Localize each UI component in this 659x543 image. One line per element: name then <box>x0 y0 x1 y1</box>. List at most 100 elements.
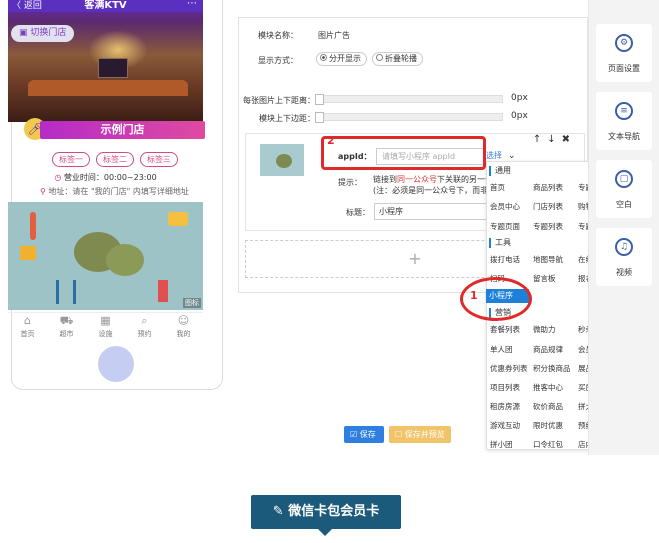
medicine-bottle-icon <box>158 280 168 302</box>
sidebar-item-page-settings[interactable]: ⚙ 页面设置 <box>596 24 652 82</box>
switch-store-label: 切换门店 <box>30 28 67 38</box>
annotation-number-2: 2 <box>327 134 335 147</box>
dropdown-item[interactable]: 推客中心 <box>533 382 563 393</box>
radio-dot-icon <box>320 54 327 61</box>
dropdown-item[interactable]: 限时优惠 <box>533 420 563 431</box>
annotation-number-1: 1 <box>470 289 478 302</box>
tab-mine[interactable]: ☺ 我的 <box>164 313 203 340</box>
module-margin-slider[interactable] <box>315 112 503 123</box>
tag-1: 标签一 <box>52 152 90 167</box>
room-tv-decoration <box>98 58 128 78</box>
hint-prefix: 链接到 <box>373 175 397 184</box>
dropdown-item[interactable]: 拨打电话 <box>490 254 520 265</box>
tab-market[interactable]: ⛟ 超市 <box>47 313 86 340</box>
radio-dot-icon <box>376 54 383 61</box>
dropdown-item[interactable]: 微助力 <box>533 324 556 335</box>
dropdown-item[interactable]: 优惠券列表 <box>490 363 528 374</box>
dropdown-item[interactable]: 商品规律 <box>533 344 563 355</box>
blank-icon: ▢ <box>615 170 633 188</box>
dropdown-item[interactable]: 商品列表 <box>533 182 563 193</box>
slider-handle[interactable] <box>315 112 324 123</box>
tag-2: 标签二 <box>96 152 134 167</box>
title-label: 标题： <box>346 208 370 217</box>
sidebar-item-label: 视频 <box>616 268 632 277</box>
chat-bubble-small-icon <box>106 244 144 276</box>
ad-item-thumbnail[interactable] <box>260 144 304 176</box>
hint-text: 链接到同一公众号下关联的另一个小 (注：必须是同一公众号下，而非同个 <box>373 174 493 196</box>
image-watermark: 图标 <box>183 298 201 308</box>
first-aid-kit-icon <box>20 246 36 260</box>
user-icon: ☺ <box>177 314 190 327</box>
dropdown-item[interactable]: 拼小团 <box>490 439 513 449</box>
phone-home-button[interactable] <box>98 346 134 382</box>
tab-facility[interactable]: ▦ 设施 <box>86 313 125 340</box>
business-hours: ◷ 营业时间：00:00~23:00 <box>8 172 203 183</box>
save-icon: ☑ <box>350 430 360 439</box>
search-icon: ⌕ <box>141 314 148 327</box>
tag-3: 标签三 <box>140 152 178 167</box>
tab-home-label: 首页 <box>20 330 35 338</box>
phone-navbar: 〈 返回 客满KTV ⋯ <box>8 0 203 12</box>
list-icon: ≡ <box>615 102 633 120</box>
slider-handle[interactable] <box>315 94 324 105</box>
tab-home[interactable]: ⌂ 首页 <box>8 313 47 340</box>
hint-highlight: 同一公众号 <box>397 175 437 184</box>
gear-icon: ⚙ <box>615 34 633 52</box>
dropdown-item[interactable]: 套餐列表 <box>490 324 520 335</box>
cart-icon: ⛟ <box>59 314 74 327</box>
image-spacing-slider[interactable] <box>315 94 503 105</box>
sidebar-item-text-nav[interactable]: ≡ 文本导航 <box>596 92 652 150</box>
dropdown-item[interactable]: 游戏互动 <box>490 420 520 431</box>
link-choose-dropdown[interactable]: 选择 ⌄ <box>486 150 516 161</box>
save-button-label: 保存 <box>359 430 376 439</box>
dropdown-item[interactable]: 留言板 <box>533 273 556 284</box>
tab-booking-label: 预约 <box>137 330 152 338</box>
business-hours-text: 营业时间：00:00~23:00 <box>63 173 157 182</box>
save-preview-button[interactable]: ☐ 保存并预览 <box>389 426 451 443</box>
link-choose-label: 选择 <box>486 151 502 160</box>
dropdown-item[interactable]: 专题页面 <box>490 221 520 232</box>
more-icon[interactable]: ⋯ <box>187 0 197 10</box>
store-address-text: 地址：请在 "我的门店" 内填写详细地址 <box>48 187 189 196</box>
dropdown-item[interactable]: 专题列表 <box>533 221 563 232</box>
pencil-icon: ✎ <box>272 504 289 519</box>
store-icon: ▣ <box>19 28 31 38</box>
store-banner-image: 〈 返回 客满KTV ⋯ ▣ 切换门店 <box>8 0 203 122</box>
store-tags: 标签一 标签二 标签三 <box>20 152 210 167</box>
display-option-separate[interactable]: 分开显示 <box>316 52 367 66</box>
store-name: 示例门店 <box>40 121 205 139</box>
dropdown-item[interactable]: 首页 <box>490 182 505 193</box>
move-down-icon[interactable]: ↓ <box>547 134 561 145</box>
display-option-carousel[interactable]: 折叠轮播 <box>372 52 423 66</box>
sidebar-item-label: 页面设置 <box>608 64 640 73</box>
preview-icon: ☐ <box>395 430 405 439</box>
save-button[interactable]: ☑ 保存 <box>344 426 384 443</box>
chat-bubble-icon <box>276 154 292 168</box>
hint-suffix: 下关联的另一个小 <box>437 175 493 184</box>
ad-image-preview: 图标 <box>8 202 203 310</box>
tab-mine-label: 我的 <box>176 330 191 338</box>
dropdown-item[interactable]: 地图导航 <box>533 254 563 265</box>
dropdown-item[interactable]: 口令红包 <box>533 439 563 449</box>
phone-title: 客满KTV <box>84 0 127 11</box>
dropdown-item[interactable]: 项目列表 <box>490 382 520 393</box>
dropdown-item[interactable]: 砍价商品 <box>533 401 563 412</box>
module-name-value: 图片广告 <box>318 31 350 40</box>
tab-booking[interactable]: ⌕ 预约 <box>125 313 164 340</box>
title-input[interactable]: 小程序 <box>374 203 494 220</box>
dropdown-item[interactable]: 门店列表 <box>533 201 563 212</box>
dropdown-item[interactable]: 租房房源 <box>490 401 520 412</box>
dropdown-item[interactable]: 积分换商品 <box>533 363 571 374</box>
save-preview-label: 保存并预览 <box>404 430 445 439</box>
move-up-icon[interactable]: ↑ <box>533 134 547 145</box>
sidebar-item-label: 空白 <box>616 200 632 209</box>
sidebar-item-blank[interactable]: ▢ 空白 <box>596 160 652 218</box>
sidebar-item-video[interactable]: ♫ 视频 <box>596 228 652 286</box>
sidebar-item-label: 文本导航 <box>608 132 640 141</box>
room-sofa-decoration <box>28 80 188 96</box>
dropdown-item[interactable]: 单人团 <box>490 344 513 355</box>
delete-icon[interactable]: ✖ <box>562 134 576 145</box>
hint-line2: (注：必须是同一公众号下，而非同个 <box>373 186 493 195</box>
dropdown-item[interactable]: 会员中心 <box>490 201 520 212</box>
switch-store-button[interactable]: ▣ 切换门店 <box>11 25 75 42</box>
